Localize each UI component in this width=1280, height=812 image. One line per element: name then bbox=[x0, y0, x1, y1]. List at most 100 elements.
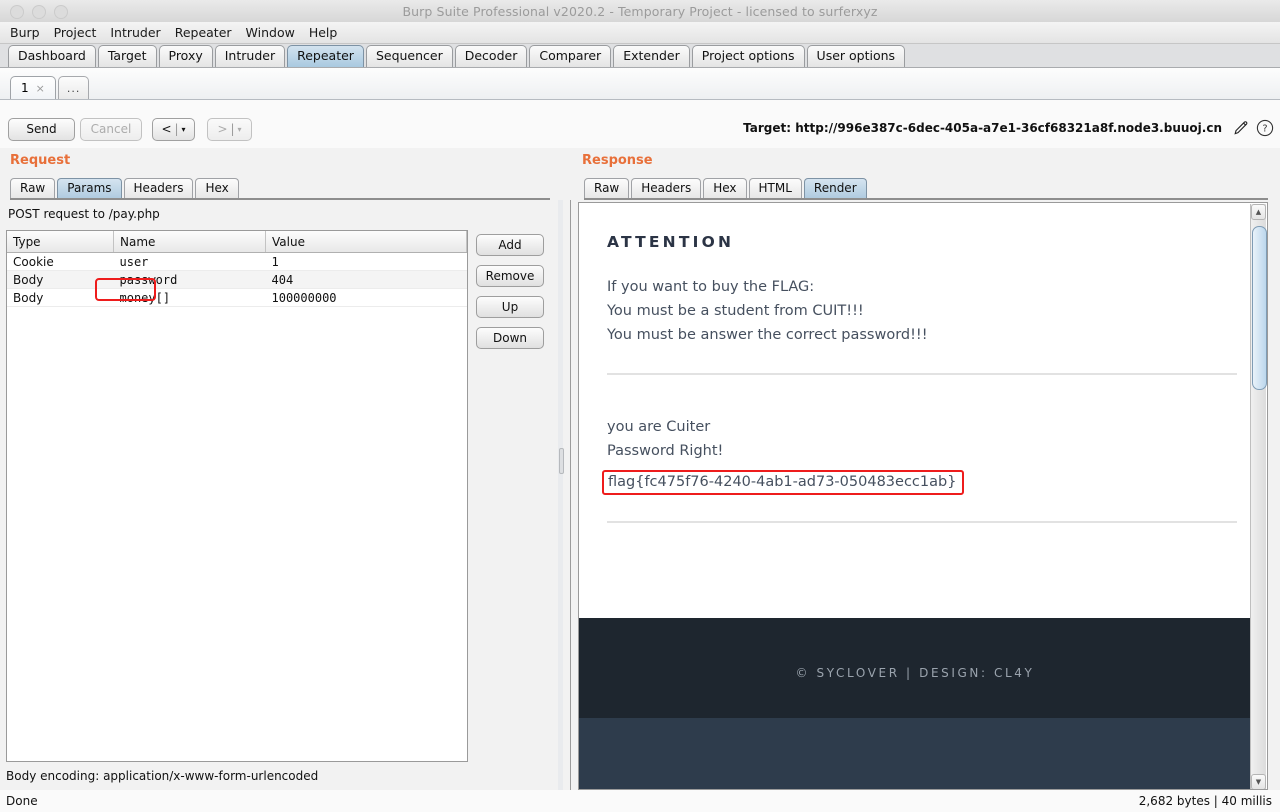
add-param-button[interactable]: Add bbox=[476, 234, 544, 256]
main-tab-bar: Dashboard Target Proxy Intruder Repeater… bbox=[0, 44, 1280, 68]
scroll-up-icon[interactable]: ▲ bbox=[1251, 204, 1266, 220]
flag-highlight-box: flag{fc475f76-4240-4ab1-ad73-050483ecc1a… bbox=[602, 470, 965, 495]
response-vertical-scrollbar[interactable]: ▲ ▼ bbox=[1250, 204, 1267, 789]
target-url-display: Target: http://996e387c-6dec-405a-a7e1-3… bbox=[743, 121, 1222, 135]
cell-name[interactable]: user bbox=[113, 252, 266, 271]
menu-item-intruder[interactable]: Intruder bbox=[110, 25, 160, 40]
response-tab-render[interactable]: Render bbox=[803, 178, 867, 199]
column-header-type[interactable]: Type bbox=[7, 231, 114, 253]
table-row[interactable]: Body password 404 bbox=[7, 270, 467, 289]
request-tab-raw[interactable]: Raw bbox=[10, 178, 56, 199]
pencil-icon[interactable] bbox=[1232, 119, 1250, 137]
request-tab-headers[interactable]: Headers bbox=[123, 178, 194, 199]
repeater-tab-1[interactable]: 1 × bbox=[10, 76, 56, 99]
repeater-tab-bar: 1 × ... bbox=[0, 68, 1280, 100]
request-tab-params[interactable]: Params bbox=[57, 178, 122, 199]
maximize-window-button[interactable] bbox=[54, 5, 68, 19]
repeater-tab-new[interactable]: ... bbox=[57, 76, 90, 99]
splitter-grip[interactable] bbox=[559, 448, 564, 474]
response-tab-headers[interactable]: Headers bbox=[631, 178, 702, 199]
table-row[interactable]: Body money[] 100000000 bbox=[7, 288, 467, 307]
rendered-content: ATTENTION If you want to buy the FLAG: Y… bbox=[579, 203, 1251, 523]
status-bar bbox=[0, 790, 1280, 812]
tab-project-options[interactable]: Project options bbox=[691, 45, 805, 67]
repeater-tab-1-label: 1 bbox=[21, 80, 29, 95]
response-render-container: ATTENTION If you want to buy the FLAG: Y… bbox=[578, 202, 1268, 790]
result-line-2: Password Right! bbox=[607, 443, 724, 459]
tab-sequencer[interactable]: Sequencer bbox=[365, 45, 453, 67]
notice-line-2: You must be a student from CUIT!!! bbox=[607, 303, 864, 319]
history-back-button[interactable]: < | ▾ bbox=[152, 118, 195, 141]
request-tab-hex[interactable]: Hex bbox=[195, 178, 239, 199]
cell-value[interactable]: 1 bbox=[265, 252, 467, 271]
window-title: Burp Suite Professional v2020.2 - Tempor… bbox=[402, 3, 878, 19]
cell-type: Body bbox=[7, 288, 114, 307]
back-arrow-icon: < bbox=[161, 122, 172, 136]
response-tab-bar: Raw Headers Hex HTML Render bbox=[584, 177, 869, 199]
cell-type: Cookie bbox=[7, 252, 114, 271]
panel-divider bbox=[570, 200, 571, 790]
cell-name[interactable]: money[] bbox=[113, 288, 266, 307]
tab-decoder[interactable]: Decoder bbox=[454, 45, 528, 67]
panel-splitter[interactable] bbox=[558, 200, 564, 790]
page-footer-light bbox=[579, 718, 1251, 789]
cell-name[interactable]: password bbox=[113, 270, 266, 289]
table-header-row: Type Name Value bbox=[7, 231, 467, 253]
response-tab-hex[interactable]: Hex bbox=[703, 178, 747, 199]
menu-item-window[interactable]: Window bbox=[246, 25, 295, 40]
column-header-value[interactable]: Value bbox=[265, 231, 467, 253]
menu-bar: Burp Project Intruder Repeater Window He… bbox=[0, 22, 1280, 44]
send-button[interactable]: Send bbox=[8, 118, 75, 141]
scrollbar-thumb[interactable] bbox=[1252, 226, 1267, 390]
menu-item-project[interactable]: Project bbox=[54, 25, 97, 40]
move-param-down-button[interactable]: Down bbox=[476, 327, 544, 349]
forward-arrow-icon: > bbox=[217, 122, 228, 136]
tab-proxy[interactable]: Proxy bbox=[158, 45, 213, 67]
tab-comparer[interactable]: Comparer bbox=[529, 45, 612, 67]
move-param-up-button[interactable]: Up bbox=[476, 296, 544, 318]
attention-heading: ATTENTION bbox=[607, 233, 735, 251]
copyright-text: © SYCLOVER | DESIGN: CL4Y bbox=[795, 666, 1035, 680]
response-tab-underline bbox=[584, 198, 1268, 200]
chevron-down-icon[interactable]: ▾ bbox=[182, 119, 186, 140]
tab-target[interactable]: Target bbox=[97, 45, 157, 67]
window-controls[interactable] bbox=[10, 5, 68, 19]
minimize-window-button[interactable] bbox=[32, 5, 46, 19]
target-url: http://996e387c-6dec-405a-a7e1-36cf68321… bbox=[795, 121, 1222, 135]
chevron-down-icon: ▾ bbox=[237, 125, 242, 134]
response-panel-title: Response bbox=[582, 153, 653, 168]
notice-line-1: If you want to buy the FLAG: bbox=[607, 279, 815, 295]
response-tab-raw[interactable]: Raw bbox=[584, 178, 630, 199]
scroll-down-icon[interactable]: ▼ bbox=[1251, 774, 1266, 789]
tab-user-options[interactable]: User options bbox=[806, 45, 906, 67]
menu-item-help[interactable]: Help bbox=[309, 25, 338, 40]
tab-extender[interactable]: Extender bbox=[613, 45, 690, 67]
request-panel-title: Request bbox=[10, 153, 71, 168]
rendered-page: ATTENTION If you want to buy the FLAG: Y… bbox=[579, 203, 1251, 789]
column-header-name[interactable]: Name bbox=[113, 231, 266, 253]
tab-intruder[interactable]: Intruder bbox=[214, 45, 286, 67]
tab-dashboard[interactable]: Dashboard bbox=[8, 45, 96, 67]
response-tab-html[interactable]: HTML bbox=[748, 178, 802, 199]
status-text: Done bbox=[6, 794, 38, 808]
tab-repeater[interactable]: Repeater bbox=[287, 45, 364, 67]
svg-text:?: ? bbox=[1262, 124, 1267, 135]
params-table: Type Name Value Cookie user 1 Body passw… bbox=[7, 231, 467, 307]
question-mark-icon[interactable]: ? bbox=[1256, 119, 1274, 137]
menu-item-burp[interactable]: Burp bbox=[10, 25, 40, 40]
close-icon[interactable]: × bbox=[36, 78, 45, 99]
cell-type: Body bbox=[7, 270, 114, 289]
request-tab-bar: Raw Params Headers Hex bbox=[10, 177, 241, 199]
params-table-container[interactable]: Type Name Value Cookie user 1 Body passw… bbox=[6, 230, 468, 762]
divider-rule-bottom bbox=[607, 521, 1237, 523]
table-row[interactable]: Cookie user 1 bbox=[7, 252, 467, 271]
cell-value[interactable]: 404 bbox=[265, 270, 467, 289]
cell-value[interactable]: 100000000 bbox=[265, 288, 467, 307]
history-forward-button: > | ▾ bbox=[207, 118, 252, 141]
close-window-button[interactable] bbox=[10, 5, 24, 19]
status-metrics: 2,682 bytes | 40 millis bbox=[1138, 794, 1272, 808]
remove-param-button[interactable]: Remove bbox=[476, 265, 544, 287]
menu-item-repeater[interactable]: Repeater bbox=[175, 25, 232, 40]
cancel-button: Cancel bbox=[80, 118, 142, 141]
